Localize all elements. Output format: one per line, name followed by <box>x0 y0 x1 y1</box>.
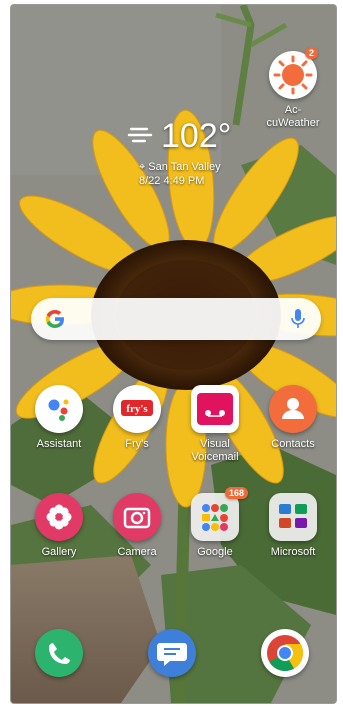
app-label: Microsoft <box>270 546 316 558</box>
contacts-icon <box>269 385 317 433</box>
app-label: Camera <box>117 546 157 558</box>
home-screen: 102° ⌖ San Tan Valley 8/22 4:49 PM 2 Ac-… <box>10 4 337 704</box>
app-assistant[interactable]: Assistant <box>21 385 97 451</box>
microsoft-folder-icon <box>269 493 317 541</box>
dock-phone[interactable] <box>21 629 97 677</box>
microphone-icon[interactable] <box>291 308 305 330</box>
location-pin-icon: ⌖ <box>139 161 146 173</box>
notification-badge: 168 <box>225 487 249 499</box>
gallery-icon <box>35 493 83 541</box>
frys-icon: fry's <box>113 385 161 433</box>
app-label: Assistant <box>36 438 82 450</box>
messages-icon <box>148 629 196 677</box>
app-label: Contacts <box>271 438 315 450</box>
app-camera[interactable]: Camera <box>99 493 175 559</box>
google-folder-icon <box>191 493 239 541</box>
weather-location: ⌖ San Tan Valley <box>139 161 221 173</box>
app-label: Fry's <box>125 438 149 450</box>
camera-icon <box>113 493 161 541</box>
dock-chrome[interactable] <box>247 629 323 677</box>
app-contacts[interactable]: Contacts <box>255 385 331 451</box>
app-gallery[interactable]: Gallery <box>21 493 97 559</box>
google-g-icon <box>46 310 64 328</box>
svg-text:fry's: fry's <box>126 403 148 415</box>
notification-badge: 2 <box>305 47 319 59</box>
weather-updated-time: 8/22 4:49 PM <box>139 175 205 187</box>
google-assistant-icon <box>35 385 83 433</box>
dock-messages[interactable] <box>134 629 210 677</box>
weather-widget[interactable]: 102° ⌖ San Tan Valley 8/22 4:49 PM <box>119 113 259 193</box>
chrome-icon <box>261 629 309 677</box>
app-frys[interactable]: fry's Fry's <box>99 385 175 451</box>
app-label: Ac- cuWeather <box>266 104 320 129</box>
app-visual-voicemail[interactable]: Visual Voicemail <box>177 385 253 464</box>
app-label: Google <box>197 546 233 558</box>
google-search-bar[interactable] <box>31 298 321 340</box>
app-label: Visual Voicemail <box>191 438 239 463</box>
app-microsoft-folder[interactable]: Microsoft <box>255 493 331 559</box>
app-google-folder[interactable]: 168 Google <box>177 487 253 559</box>
visual-voicemail-icon <box>191 385 239 433</box>
app-label: Gallery <box>41 546 77 558</box>
temperature: 102° <box>161 117 232 155</box>
phone-icon <box>35 629 83 677</box>
app-accuweather[interactable]: 2 Ac- cuWeather <box>255 47 331 130</box>
windy-weather-icon <box>127 127 153 143</box>
